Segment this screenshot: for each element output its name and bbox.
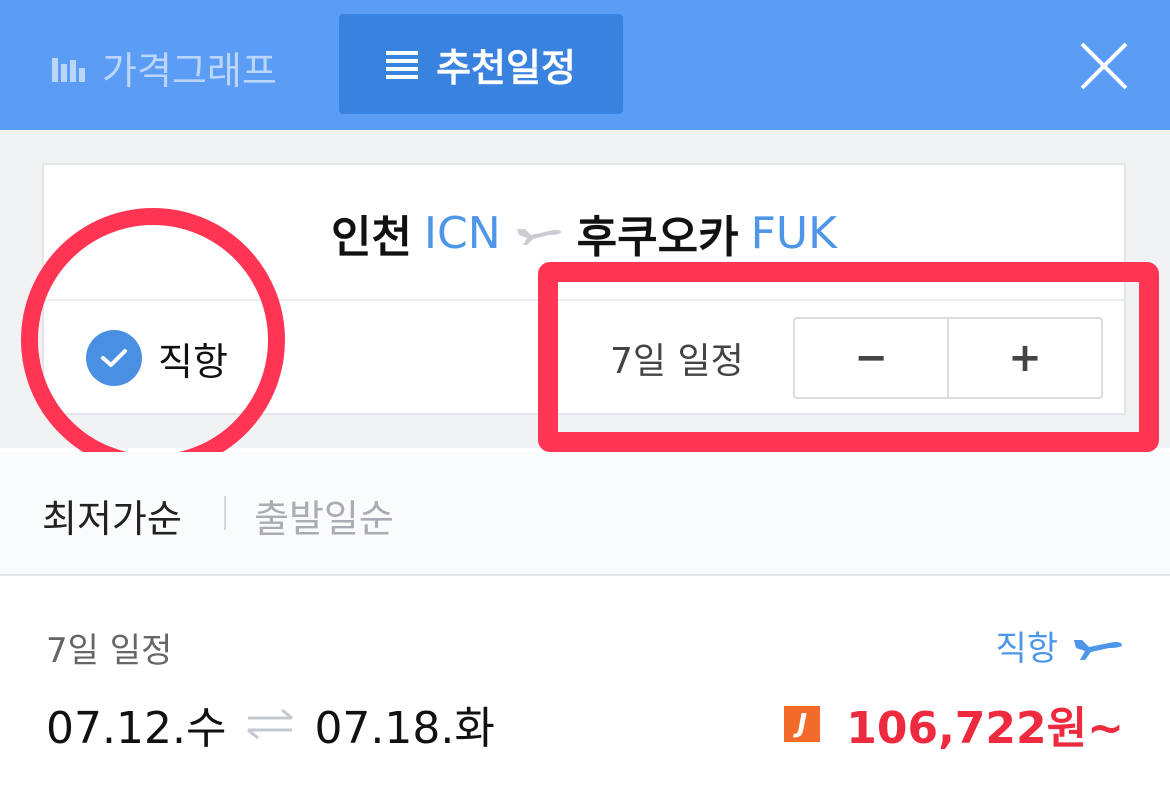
tab-recommended-schedule-label: 추천일정 — [436, 45, 576, 90]
round-trip-arrows-icon — [247, 708, 294, 740]
sort-lowest-price[interactable]: 최저가순 — [42, 488, 182, 543]
list-icon — [386, 51, 419, 79]
departure-date: 07.12.수 — [46, 703, 227, 754]
airplane-icon — [516, 229, 561, 245]
direct-flight-checkbox[interactable]: 직항 — [86, 330, 228, 386]
decrease-duration-button[interactable]: − — [795, 319, 947, 397]
travel-dates: 07.12.수 07.18.화 — [46, 692, 495, 756]
destination-code: FUK — [750, 207, 837, 259]
tab-recommended-schedule[interactable]: 추천일정 — [339, 14, 623, 114]
origin-code: ICN — [424, 207, 501, 259]
top-header: 가격그래프 추천일정 — [0, 0, 1170, 130]
close-icon[interactable] — [1078, 40, 1130, 92]
tab-price-graph-label: 가격그래프 — [102, 48, 277, 93]
origin-city: 인천 — [331, 212, 413, 263]
sort-departure-date[interactable]: 출발일순 — [254, 488, 394, 543]
increase-duration-button[interactable]: + — [947, 319, 1101, 397]
result-flight-type-label: 직항 — [995, 629, 1058, 669]
direct-flight-label: 직항 — [158, 339, 228, 384]
result-flight-type: 직항 — [995, 621, 1124, 670]
tab-price-graph[interactable]: 가격그래프 — [50, 42, 277, 93]
duration-label: 7일 일정 — [610, 341, 744, 382]
price-amount: 106,722원~ — [846, 703, 1124, 754]
bar-chart-icon — [52, 58, 85, 82]
result-price[interactable]: J 106,722원~ — [784, 692, 1124, 756]
sort-divider — [224, 496, 226, 530]
route-summary: 인천 ICN 후쿠오카 FUK — [44, 195, 1124, 271]
checkmark-icon — [86, 330, 142, 386]
airline-logo: J — [784, 706, 821, 742]
destination-city: 후쿠오카 — [576, 212, 739, 263]
duration-stepper: − + — [793, 317, 1103, 399]
airplane-icon — [1074, 639, 1122, 660]
result-duration: 7일 일정 — [46, 631, 173, 671]
divider — [44, 299, 1124, 301]
return-date: 07.18.화 — [314, 703, 495, 754]
